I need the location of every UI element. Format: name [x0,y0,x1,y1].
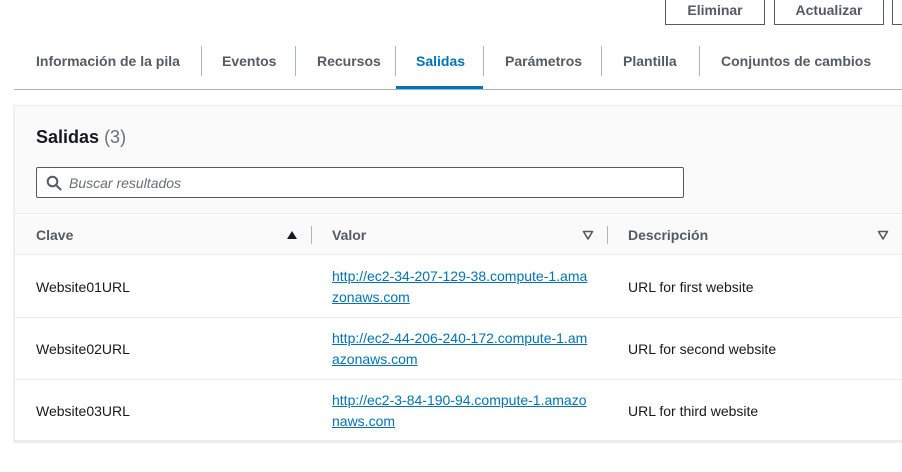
tab-separator [201,46,202,76]
tab-separator [601,46,602,76]
search-icon [46,175,62,191]
cell-description: URL for third website [628,403,759,419]
cell-value: http://ec2-44-206-240-172.compute-1.amaz… [332,328,592,370]
tab-stack-info[interactable]: Información de la pila [36,46,180,76]
cell-description: URL for second website [628,341,777,357]
output-url-link[interactable]: http://ec2-3-84-190-94.compute-1.amazona… [332,392,586,429]
table-row: Website02URL http://ec2-44-206-240-172.c… [15,318,902,380]
search-box[interactable] [36,167,684,198]
tab-resources[interactable]: Recursos [317,46,381,76]
sort-ascending-icon[interactable] [286,229,298,241]
tab-separator [699,46,700,76]
tab-template[interactable]: Plantilla [623,46,677,76]
table-row: Website03URL http://ec2-3-84-190-94.comp… [15,380,902,442]
output-url-link[interactable]: http://ec2-44-206-240-172.compute-1.amaz… [332,330,587,367]
cell-key: Website02URL [36,341,130,357]
cell-key: Website03URL [36,403,130,419]
search-input[interactable] [69,170,669,195]
outputs-panel: Salidas (3) Clave Valor Descripción Webs… [14,105,902,442]
panel-title: Salidas (3) [36,127,126,148]
column-header-value[interactable]: Valor [332,215,366,255]
sort-neutral-icon[interactable] [877,229,889,241]
delete-button[interactable]: Eliminar [665,0,765,25]
cell-key: Website01URL [36,279,130,295]
column-header-key[interactable]: Clave [36,215,73,255]
panel-count: (3) [104,127,127,147]
sort-neutral-icon[interactable] [582,229,594,241]
tab-separator [395,46,396,76]
tab-events[interactable]: Eventos [222,46,276,76]
cell-description: URL for first website [628,279,754,295]
output-url-link[interactable]: http://ec2-34-207-129-38.compute-1.amazo… [332,268,587,305]
tab-separator [295,46,296,76]
cell-value: http://ec2-34-207-129-38.compute-1.amazo… [332,266,592,308]
tab-change-sets[interactable]: Conjuntos de cambios [721,46,871,76]
update-button[interactable]: Actualizar [774,0,884,25]
panel-title-text: Salidas [36,127,100,147]
tab-parameters[interactable]: Parámetros [505,46,582,76]
cell-value: http://ec2-3-84-190-94.compute-1.amazona… [332,390,592,432]
active-tab-indicator [396,86,483,89]
more-actions-button[interactable] [892,0,902,25]
table-row: Website01URL http://ec2-34-207-129-38.co… [15,256,902,318]
panel-header: Salidas (3) [15,106,902,214]
tab-outputs[interactable]: Salidas [416,46,465,76]
column-header-description[interactable]: Descripción [628,215,708,255]
column-resizer[interactable] [607,226,608,244]
tab-separator [483,46,484,76]
table-header: Clave Valor Descripción [15,215,902,255]
column-resizer[interactable] [311,226,312,244]
stack-tabs: Información de la pila Eventos Recursos … [14,38,902,90]
